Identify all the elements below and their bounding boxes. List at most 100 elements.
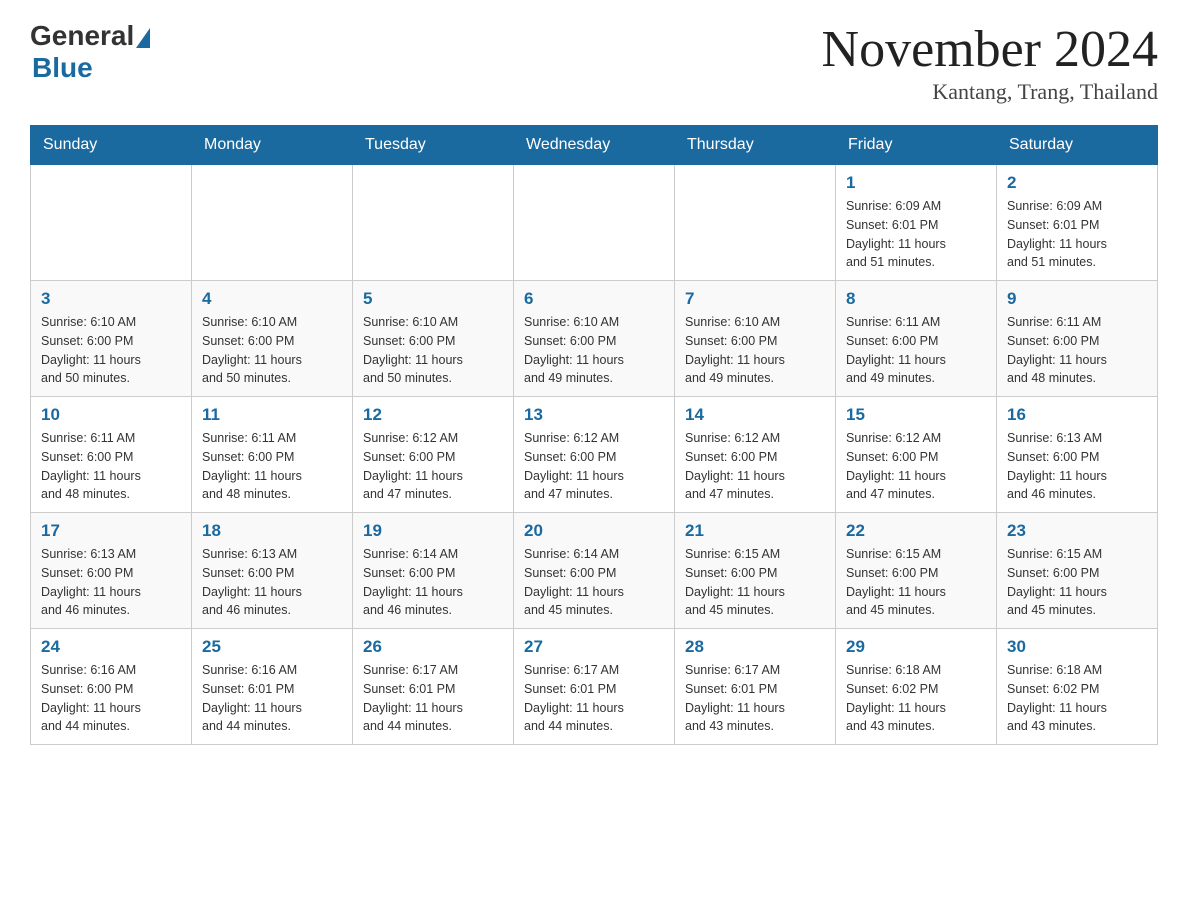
calendar-cell: 29 Sunrise: 6:18 AM Sunset: 6:02 PM Dayli… — [836, 629, 997, 745]
calendar-cell: 16Sunrise: 6:13 AM Sunset: 6:00 PM Dayli… — [997, 397, 1158, 513]
calendar-cell: 7Sunrise: 6:10 AM Sunset: 6:00 PM Daylig… — [675, 281, 836, 397]
day-number: 26 — [363, 637, 503, 657]
day-info: Sunrise: 6:10 AM Sunset: 6:00 PM Dayligh… — [202, 313, 342, 388]
day-number: 20 — [524, 521, 664, 541]
day-info: Sunrise: 6:12 AM Sunset: 6:00 PM Dayligh… — [846, 429, 986, 504]
day-number: 13 — [524, 405, 664, 425]
calendar-cell: 2Sunrise: 6:09 AM Sunset: 6:01 PM Daylig… — [997, 165, 1158, 281]
calendar-cell: 11 Sunrise: 6:11 AM Sunset: 6:00 PM Dayli… — [192, 397, 353, 513]
day-info: Sunrise: 6:12 AM Sunset: 6:00 PM Dayligh… — [363, 429, 503, 504]
calendar-cell: 14 Sunrise: 6:12 AM Sunset: 6:00 PM Dayli… — [675, 397, 836, 513]
calendar-cell: 24 Sunrise: 6:16 AM Sunset: 6:00 PM Dayli… — [31, 629, 192, 745]
day-info: Sunrise: 6:17 AM Sunset: 6:01 PM Dayligh… — [363, 661, 503, 736]
day-info: Sunrise: 6:15 AM Sunset: 6:00 PM Dayligh… — [685, 545, 825, 620]
column-header-saturday: Saturday — [997, 126, 1158, 165]
calendar-cell: 3 Sunrise: 6:10 AM Sunset: 6:00 PM Daylig… — [31, 281, 192, 397]
day-number: 14 — [685, 405, 825, 425]
logo-blue-text: Blue — [32, 52, 93, 84]
day-info: Sunrise: 6:11 AM Sunset: 6:00 PM Dayligh… — [846, 313, 986, 388]
calendar-cell — [353, 165, 514, 281]
calendar-cell: 6 Sunrise: 6:10 AM Sunset: 6:00 PM Daylig… — [514, 281, 675, 397]
calendar-week-row: 1 Sunrise: 6:09 AM Sunset: 6:01 PM Daylig… — [31, 165, 1158, 281]
month-year-title: November 2024 — [822, 20, 1158, 79]
calendar-table: SundayMondayTuesdayWednesdayThursdayFrid… — [30, 125, 1158, 745]
day-number: 11 — [202, 405, 342, 425]
column-header-monday: Monday — [192, 126, 353, 165]
day-number: 4 — [202, 289, 342, 309]
calendar-week-row: 24 Sunrise: 6:16 AM Sunset: 6:00 PM Dayli… — [31, 629, 1158, 745]
day-info: Sunrise: 6:17 AM Sunset: 6:01 PM Dayligh… — [524, 661, 664, 736]
column-header-tuesday: Tuesday — [353, 126, 514, 165]
day-number: 28 — [685, 637, 825, 657]
column-header-sunday: Sunday — [31, 126, 192, 165]
calendar-week-row: 17 Sunrise: 6:13 AM Sunset: 6:00 PM Dayli… — [31, 513, 1158, 629]
day-number: 29 — [846, 637, 986, 657]
day-number: 25 — [202, 637, 342, 657]
day-number: 27 — [524, 637, 664, 657]
calendar-cell: 13 Sunrise: 6:12 AM Sunset: 6:00 PM Dayli… — [514, 397, 675, 513]
day-info: Sunrise: 6:10 AM Sunset: 6:00 PM Dayligh… — [41, 313, 181, 388]
calendar-cell: 12Sunrise: 6:12 AM Sunset: 6:00 PM Dayli… — [353, 397, 514, 513]
day-info: Sunrise: 6:09 AM Sunset: 6:01 PM Dayligh… — [846, 197, 986, 272]
day-info: Sunrise: 6:18 AM Sunset: 6:02 PM Dayligh… — [846, 661, 986, 736]
day-number: 24 — [41, 637, 181, 657]
day-number: 2 — [1007, 173, 1147, 193]
day-number: 9 — [1007, 289, 1147, 309]
day-number: 7 — [685, 289, 825, 309]
day-info: Sunrise: 6:10 AM Sunset: 6:00 PM Dayligh… — [363, 313, 503, 388]
column-header-thursday: Thursday — [675, 126, 836, 165]
day-number: 19 — [363, 521, 503, 541]
day-info: Sunrise: 6:12 AM Sunset: 6:00 PM Dayligh… — [685, 429, 825, 504]
calendar-cell: 28 Sunrise: 6:17 AM Sunset: 6:01 PM Dayli… — [675, 629, 836, 745]
day-info: Sunrise: 6:11 AM Sunset: 6:00 PM Dayligh… — [1007, 313, 1147, 388]
day-info: Sunrise: 6:11 AM Sunset: 6:00 PM Dayligh… — [41, 429, 181, 504]
day-info: Sunrise: 6:15 AM Sunset: 6:00 PM Dayligh… — [1007, 545, 1147, 620]
day-number: 3 — [41, 289, 181, 309]
calendar-cell: 8 Sunrise: 6:11 AM Sunset: 6:00 PM Daylig… — [836, 281, 997, 397]
calendar-header-row: SundayMondayTuesdayWednesdayThursdayFrid… — [31, 126, 1158, 165]
day-number: 23 — [1007, 521, 1147, 541]
calendar-cell — [192, 165, 353, 281]
day-number: 18 — [202, 521, 342, 541]
calendar-cell: 4 Sunrise: 6:10 AM Sunset: 6:00 PM Daylig… — [192, 281, 353, 397]
calendar-cell: 19 Sunrise: 6:14 AM Sunset: 6:00 PM Dayli… — [353, 513, 514, 629]
calendar-cell: 18 Sunrise: 6:13 AM Sunset: 6:00 PM Dayli… — [192, 513, 353, 629]
day-number: 17 — [41, 521, 181, 541]
calendar-week-row: 3 Sunrise: 6:10 AM Sunset: 6:00 PM Daylig… — [31, 281, 1158, 397]
calendar-cell: 26 Sunrise: 6:17 AM Sunset: 6:01 PM Dayli… — [353, 629, 514, 745]
day-number: 6 — [524, 289, 664, 309]
day-number: 1 — [846, 173, 986, 193]
day-info: Sunrise: 6:13 AM Sunset: 6:00 PM Dayligh… — [41, 545, 181, 620]
day-info: Sunrise: 6:12 AM Sunset: 6:00 PM Dayligh… — [524, 429, 664, 504]
day-number: 5 — [363, 289, 503, 309]
day-number: 8 — [846, 289, 986, 309]
day-info: Sunrise: 6:13 AM Sunset: 6:00 PM Dayligh… — [1007, 429, 1147, 504]
column-header-wednesday: Wednesday — [514, 126, 675, 165]
calendar-cell: 1 Sunrise: 6:09 AM Sunset: 6:01 PM Daylig… — [836, 165, 997, 281]
calendar-cell: 23 Sunrise: 6:15 AM Sunset: 6:00 PM Dayli… — [997, 513, 1158, 629]
calendar-cell — [514, 165, 675, 281]
calendar-cell: 17 Sunrise: 6:13 AM Sunset: 6:00 PM Dayli… — [31, 513, 192, 629]
logo-triangle-icon — [136, 28, 150, 48]
page-header: General Blue November 2024 Kantang, Tran… — [30, 20, 1158, 105]
day-number: 22 — [846, 521, 986, 541]
calendar-cell: 5 Sunrise: 6:10 AM Sunset: 6:00 PM Daylig… — [353, 281, 514, 397]
day-number: 15 — [846, 405, 986, 425]
day-number: 10 — [41, 405, 181, 425]
day-number: 21 — [685, 521, 825, 541]
calendar-cell — [675, 165, 836, 281]
day-info: Sunrise: 6:13 AM Sunset: 6:00 PM Dayligh… — [202, 545, 342, 620]
day-number: 30 — [1007, 637, 1147, 657]
calendar-cell: 20Sunrise: 6:14 AM Sunset: 6:00 PM Dayli… — [514, 513, 675, 629]
day-info: Sunrise: 6:10 AM Sunset: 6:00 PM Dayligh… — [524, 313, 664, 388]
day-info: Sunrise: 6:17 AM Sunset: 6:01 PM Dayligh… — [685, 661, 825, 736]
calendar-cell: 30Sunrise: 6:18 AM Sunset: 6:02 PM Dayli… — [997, 629, 1158, 745]
calendar-cell: 9 Sunrise: 6:11 AM Sunset: 6:00 PM Daylig… — [997, 281, 1158, 397]
day-info: Sunrise: 6:14 AM Sunset: 6:00 PM Dayligh… — [363, 545, 503, 620]
day-info: Sunrise: 6:16 AM Sunset: 6:00 PM Dayligh… — [41, 661, 181, 736]
day-info: Sunrise: 6:11 AM Sunset: 6:00 PM Dayligh… — [202, 429, 342, 504]
logo-general-text: General — [30, 20, 134, 52]
calendar-cell: 22 Sunrise: 6:15 AM Sunset: 6:00 PM Dayli… — [836, 513, 997, 629]
logo: General Blue — [30, 20, 150, 84]
day-info: Sunrise: 6:15 AM Sunset: 6:00 PM Dayligh… — [846, 545, 986, 620]
